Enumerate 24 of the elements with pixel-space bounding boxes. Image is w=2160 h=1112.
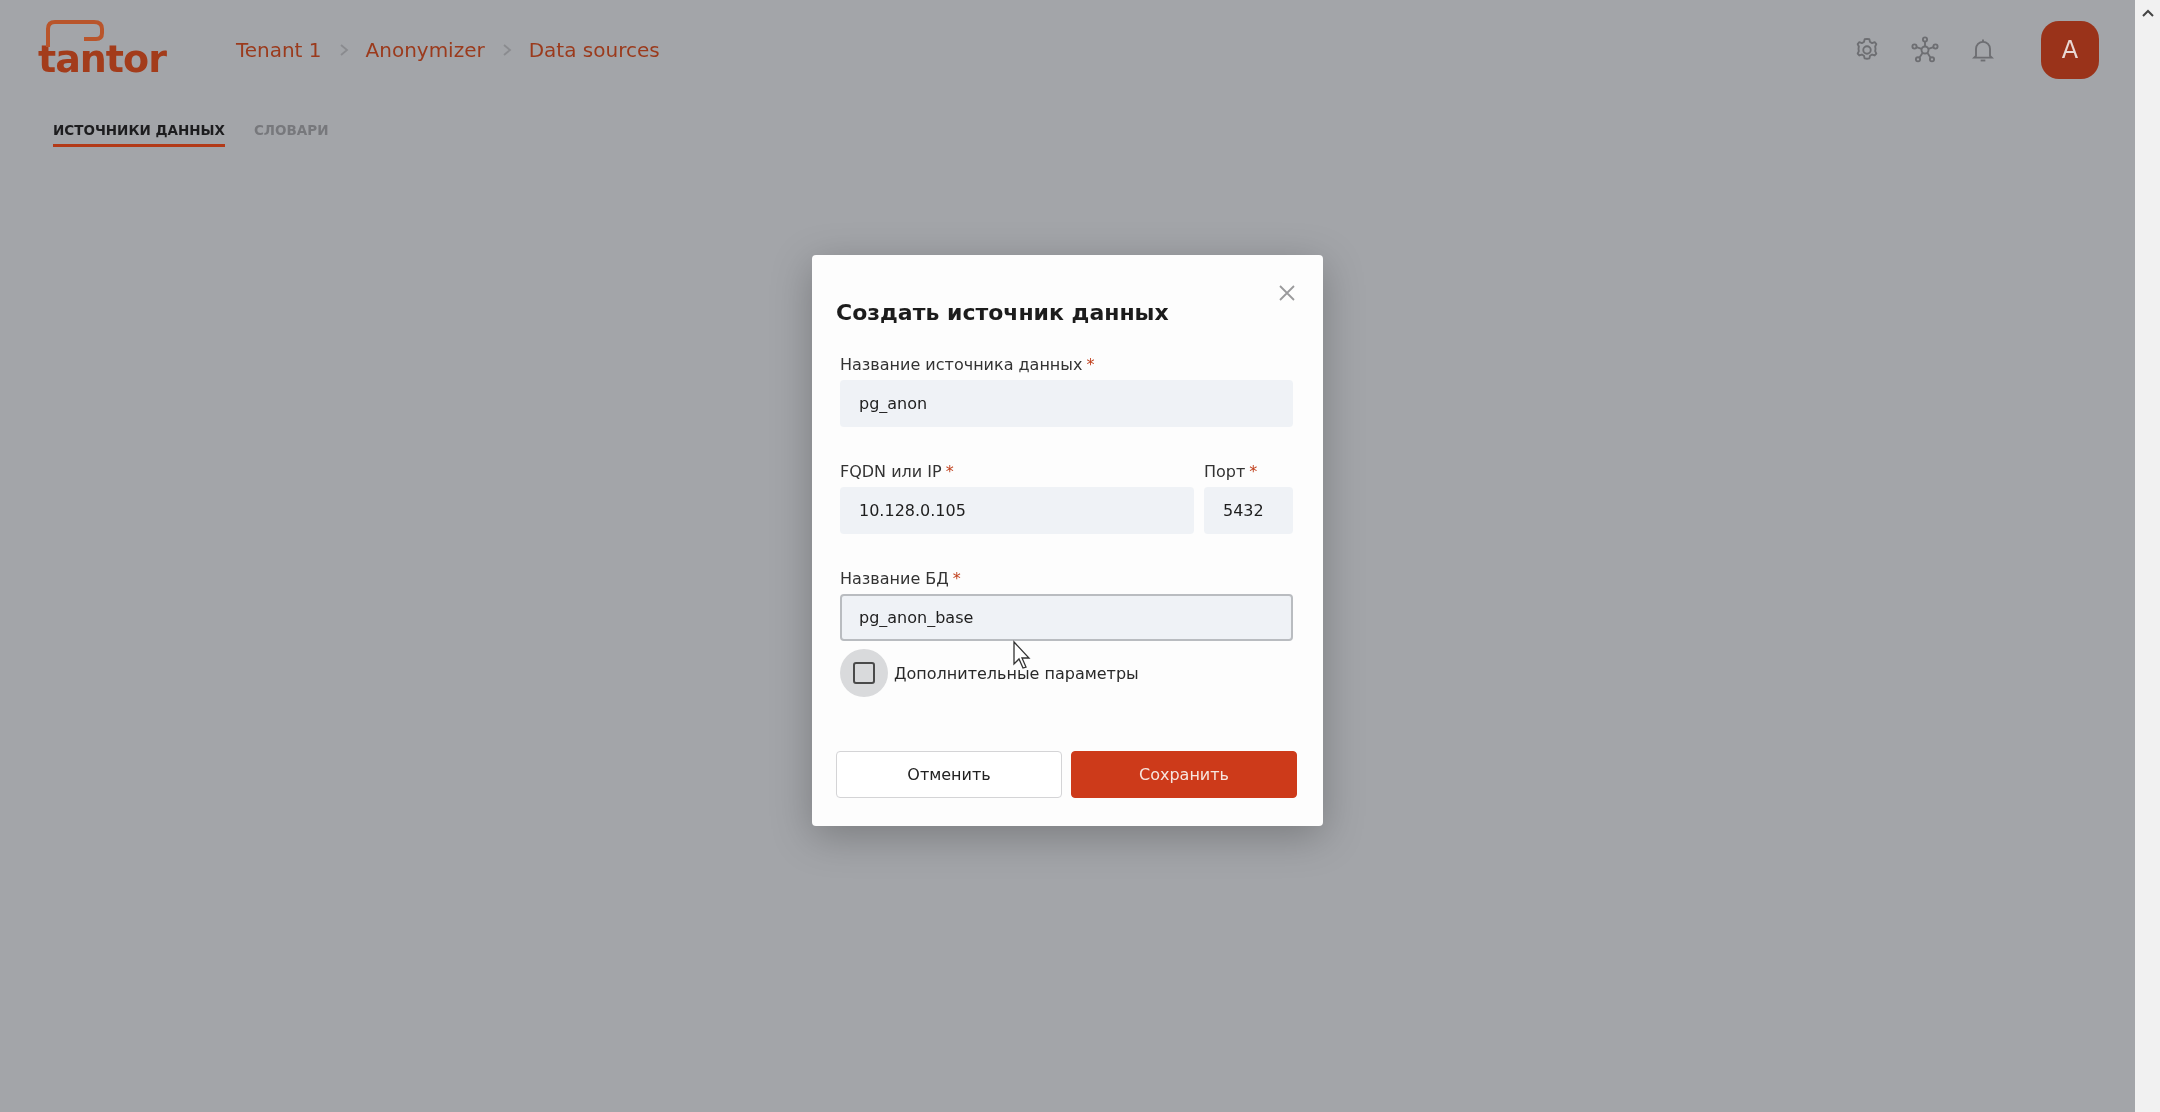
text-field[interactable]: 5432 <box>1204 487 1293 534</box>
cancel-button[interactable]: Отменить <box>836 751 1062 798</box>
tab[interactable]: ИСТОЧНИКИ ДАННЫХ <box>53 122 225 147</box>
user-avatar[interactable]: A <box>2041 21 2099 79</box>
dialog-title: Создать источник данных <box>836 300 1170 325</box>
close-icon[interactable] <box>1277 283 1297 303</box>
scrollbar[interactable] <box>2135 0 2160 1112</box>
field-label: Порт <box>1204 462 1246 481</box>
required-mark: * <box>952 569 961 588</box>
field-label: Название БД <box>840 569 949 588</box>
text-field[interactable]: pg_anon_base <box>840 594 1293 641</box>
checkbox[interactable] <box>840 649 888 697</box>
required-mark: * <box>1249 462 1258 481</box>
required-mark: * <box>1086 355 1095 374</box>
required-mark: * <box>945 462 954 481</box>
checkbox-label[interactable]: Дополнительные параметры <box>894 663 1139 683</box>
logo: tantor <box>38 19 166 81</box>
caret-up-icon[interactable] <box>2140 8 2155 18</box>
network-icon[interactable] <box>1911 36 1939 64</box>
text-field[interactable]: 10.128.0.105 <box>840 487 1194 534</box>
field-label: Название источника данных <box>840 355 1083 374</box>
save-button[interactable]: Сохранить <box>1071 751 1297 798</box>
text-field[interactable]: pg_anon <box>840 380 1293 427</box>
field-label: FQDN или IP <box>840 462 942 481</box>
